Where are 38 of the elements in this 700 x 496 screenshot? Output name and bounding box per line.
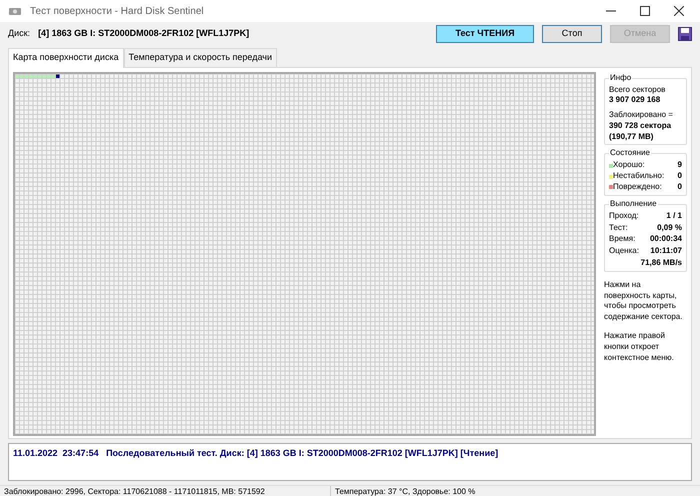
progress-value: 10:11:07 xyxy=(650,246,682,258)
app-icon xyxy=(8,5,22,17)
progress-label: Время: xyxy=(609,234,636,246)
stop-button[interactable]: Стоп xyxy=(542,25,602,43)
speed-value: 71,86 MB/s xyxy=(640,258,682,269)
hint-text: Нажми на поверхность карты, чтобы просмотреть содержание сектора. xyxy=(604,280,684,324)
total-value: 3 907 029 168 xyxy=(609,95,662,106)
total-label: Всего секторов xyxy=(609,84,666,96)
save-icon[interactable] xyxy=(678,27,692,41)
disk-name: [4] 1863 GB I: ST2000DM008-2FR102 [WFL1J7PK] xyxy=(38,27,250,40)
window-title: Тест поверхности - Hard Disk Sentinel xyxy=(30,4,204,18)
close-icon[interactable] xyxy=(674,6,684,16)
state-label: Повреждено: xyxy=(613,182,662,193)
progress-value: 0,09 % xyxy=(657,222,682,234)
progress-label: Тест: xyxy=(609,222,628,234)
progress-value: 00:00:34 xyxy=(650,234,682,246)
progress-label: Оценка: xyxy=(609,246,639,258)
hint-text: Нажатие правой кнопки откроет контекстное меню. xyxy=(604,331,675,364)
state-value: 9 xyxy=(678,160,682,172)
group-title: Инфо xyxy=(609,72,632,84)
current-block xyxy=(56,74,60,78)
maximize-icon[interactable] xyxy=(640,6,650,16)
status-text: Температура: 37 °C, Здоровье: 100 % xyxy=(330,486,700,496)
blocked-label: Заблокировано = xyxy=(609,110,674,121)
state-value: 0 xyxy=(678,182,682,193)
mode-button[interactable]: Тест ЧТЕНИЯ xyxy=(436,25,534,43)
state-label: Хорошо: xyxy=(613,160,645,172)
blocked-size: (190,77 MB) xyxy=(609,132,654,142)
state-label: Нестабильно: xyxy=(613,171,664,182)
blocked-value: 390 728 сектора xyxy=(609,120,672,132)
log-entry: 11.01.2022 23:47:54 Последовательный тест. Диск: [4] 1863 GB I: ST2000DM008-2FR102 [WFL1J7PK] [Чтение] xyxy=(13,446,500,460)
tab[interactable]: Карта поверхности диска xyxy=(8,48,124,68)
tab[interactable]: Температура и скорость передачи xyxy=(124,48,277,66)
status-text: Заблокировано: 2996, Сектора: 1170621088 - 1171011815, MB: 571592 xyxy=(3,486,266,496)
state-value: 0 xyxy=(678,171,682,182)
progress-value: 1 / 1 xyxy=(666,210,682,222)
disk-label: Диск: xyxy=(8,27,30,40)
progress-label: Проход: xyxy=(609,210,639,222)
